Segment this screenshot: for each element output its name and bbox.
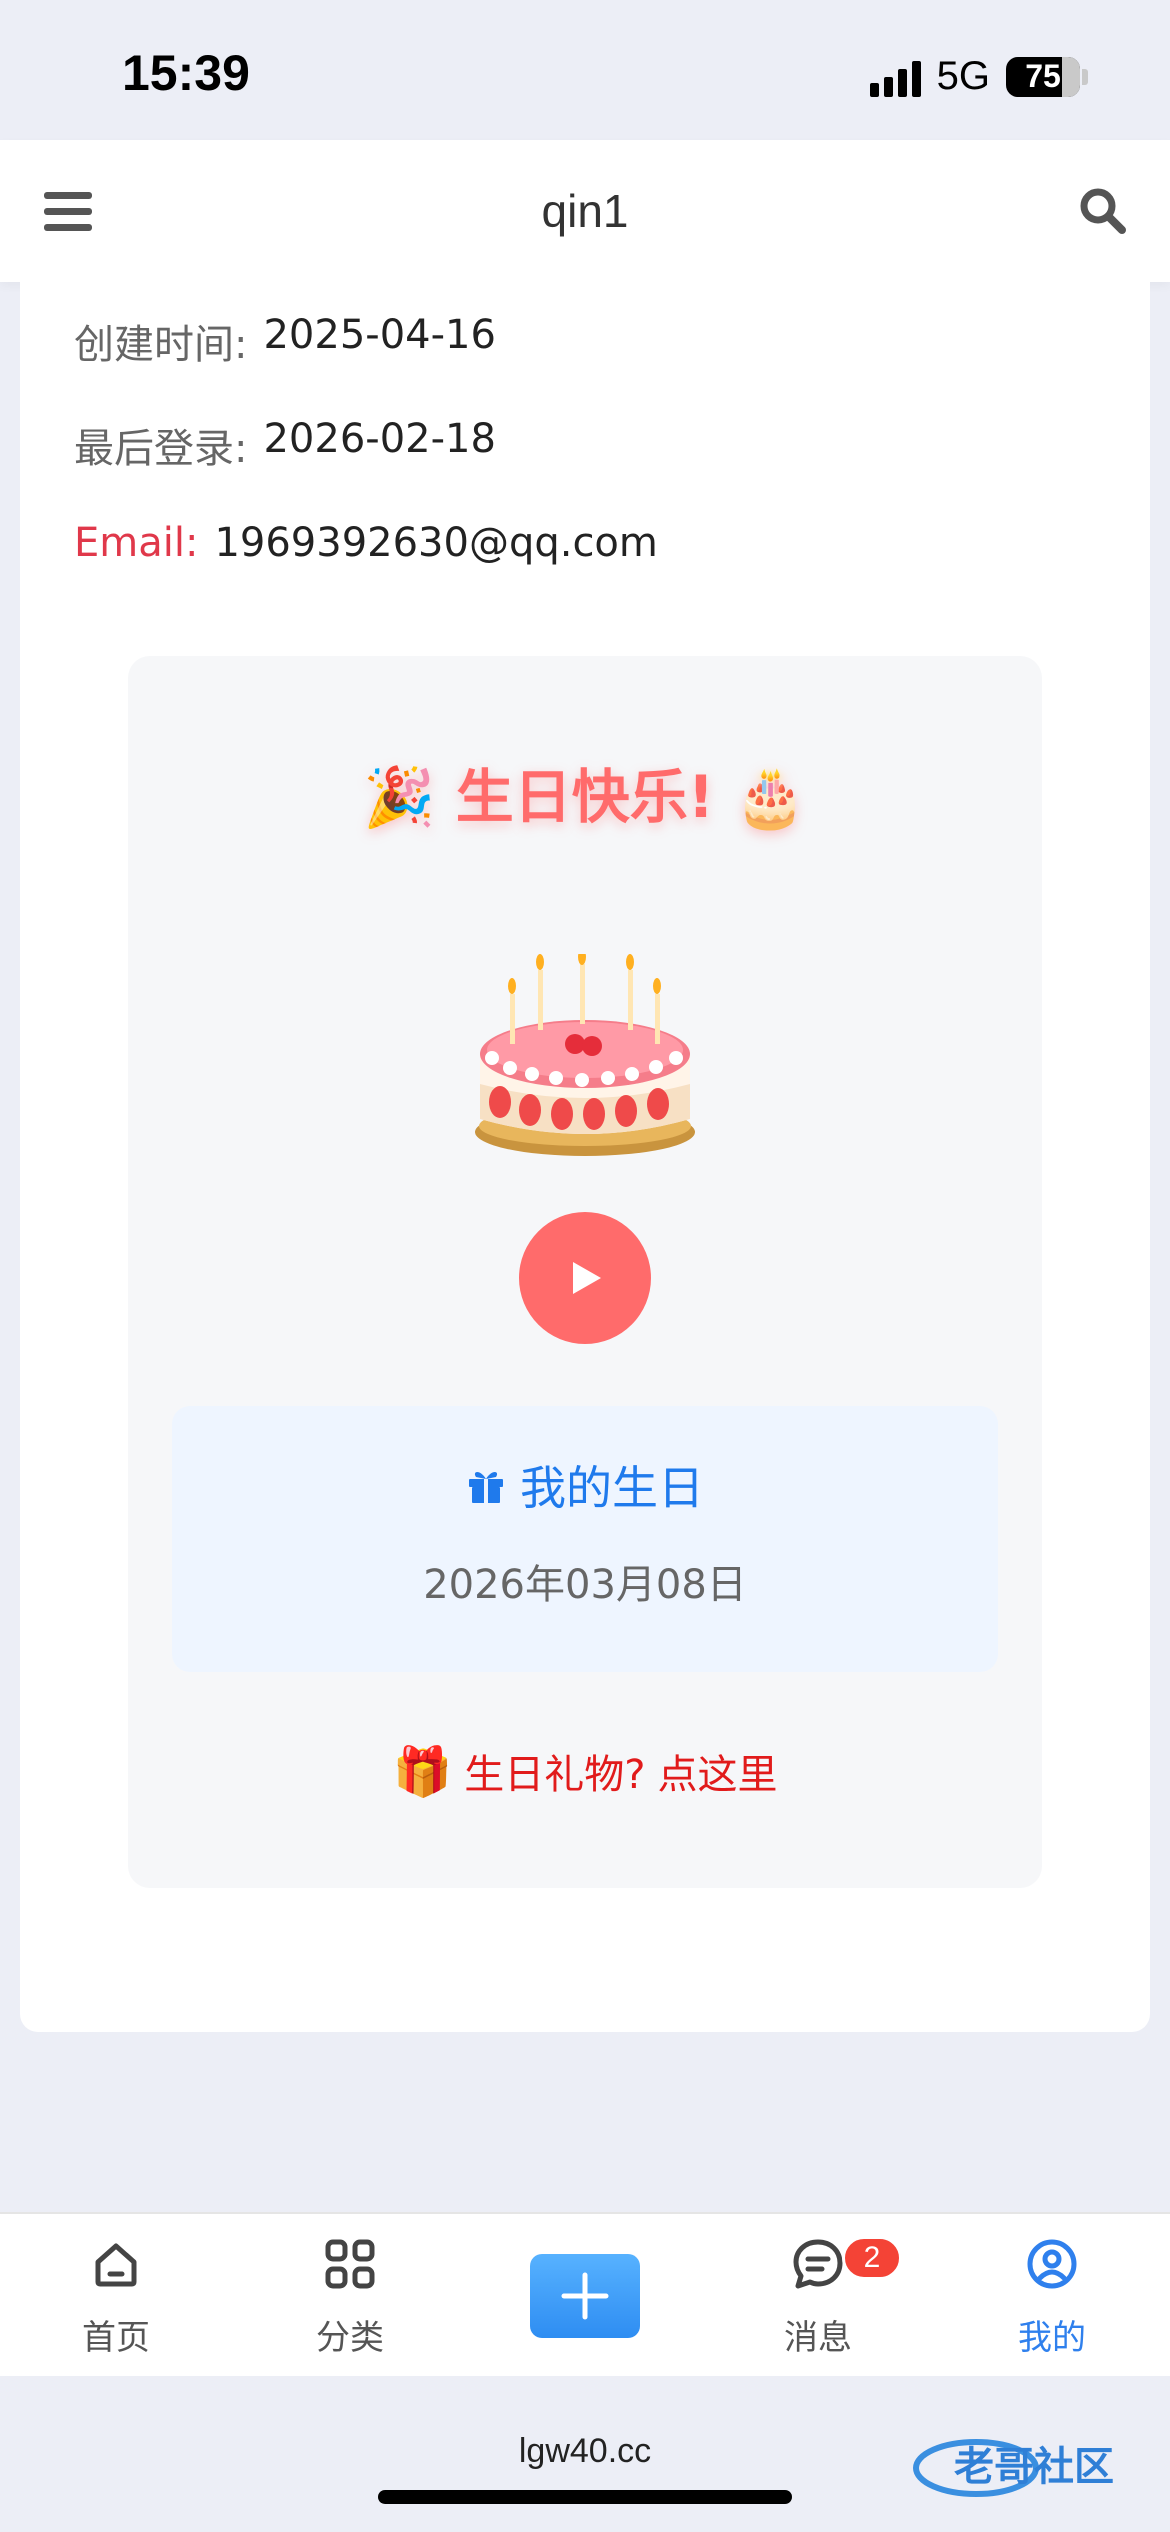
search-icon[interactable] [1078, 186, 1128, 236]
message-icon [793, 2239, 843, 2289]
message-badge: 2 [842, 2236, 902, 2280]
tab-category-label: 分类 [316, 2318, 384, 2358]
bottom-tabbar: 首页 分类 消息 2 我的 [0, 2212, 1170, 2376]
tab-messages-label: 消息 [784, 2318, 852, 2358]
created-value: 2025-04-16 [263, 312, 496, 358]
battery-level: 75 [1025, 58, 1061, 94]
birthday-title: 🎉 生日快乐! 🎂 [363, 763, 807, 831]
birthday-cake-icon [475, 954, 695, 1156]
watermark-logo: 老哥社区 [913, 2439, 1114, 2497]
play-button[interactable] [519, 1212, 651, 1344]
email-label: Email: [74, 520, 199, 566]
battery-icon: 75 [1006, 56, 1080, 97]
tab-me-label: 我的 [1018, 2318, 1086, 2358]
gift-text: 生日礼物? [464, 1752, 646, 1798]
email-row: Email: 1969392630@qq.com [74, 520, 658, 566]
home-indicator [378, 2490, 792, 2504]
birthday-panel: 🎉 生日快乐! 🎂 我的生日 2026年03月08日 🎁 生日礼物? 点这里 [128, 656, 1042, 1888]
my-birthday-date: 2026年03月08日 [423, 1562, 747, 1608]
tab-category[interactable]: 分类 [270, 2214, 430, 2378]
email-value: 1969392630@qq.com [214, 520, 658, 566]
gift-icon [469, 1472, 503, 1503]
status-time: 15:39 [122, 45, 250, 101]
my-birthday-label: 我的生日 [520, 1461, 704, 1515]
status-bar: 15:39 5G 75 [0, 0, 1170, 140]
last-login-label: 最后登录: [74, 426, 248, 472]
created-row: 创建时间: 2025-04-16 [74, 312, 496, 370]
svg-text:老哥社区: 老哥社区 [954, 2444, 1114, 2490]
user-icon [1027, 2239, 1077, 2289]
gift-link[interactable]: 🎁 生日礼物? 点这里 [128, 1742, 1042, 1800]
add-post-button[interactable] [530, 2254, 640, 2338]
play-icon [573, 1262, 601, 1294]
my-birthday-box: 我的生日 2026年03月08日 [172, 1406, 998, 1672]
tab-home-label: 首页 [82, 2318, 150, 2358]
tab-me[interactable]: 我的 [972, 2214, 1132, 2378]
plus-icon [561, 2272, 609, 2320]
last-login-value: 2026-02-18 [263, 416, 496, 462]
battery-tip [1082, 68, 1088, 85]
tab-home[interactable]: 首页 [36, 2214, 196, 2378]
page-title: qin1 [541, 185, 629, 237]
created-label: 创建时间: [74, 322, 248, 368]
profile-card: 创建时间: 2025-04-16 最后登录: 2026-02-18 Email:… [20, 282, 1150, 2032]
last-login-row: 最后登录: 2026-02-18 [74, 416, 496, 474]
status-indicators: 5G 75 [869, 54, 1088, 99]
gift-link-text[interactable]: 点这里 [658, 1742, 778, 1800]
app-header: qin1 [0, 140, 1170, 282]
home-icon [95, 2243, 137, 2287]
signal-icon [869, 57, 921, 97]
gift-box-icon: 🎁 [392, 1743, 453, 1800]
grid-icon [325, 2239, 375, 2289]
network-label: 5G [936, 54, 990, 98]
my-birthday-heading: 我的生日 [172, 1452, 998, 1518]
